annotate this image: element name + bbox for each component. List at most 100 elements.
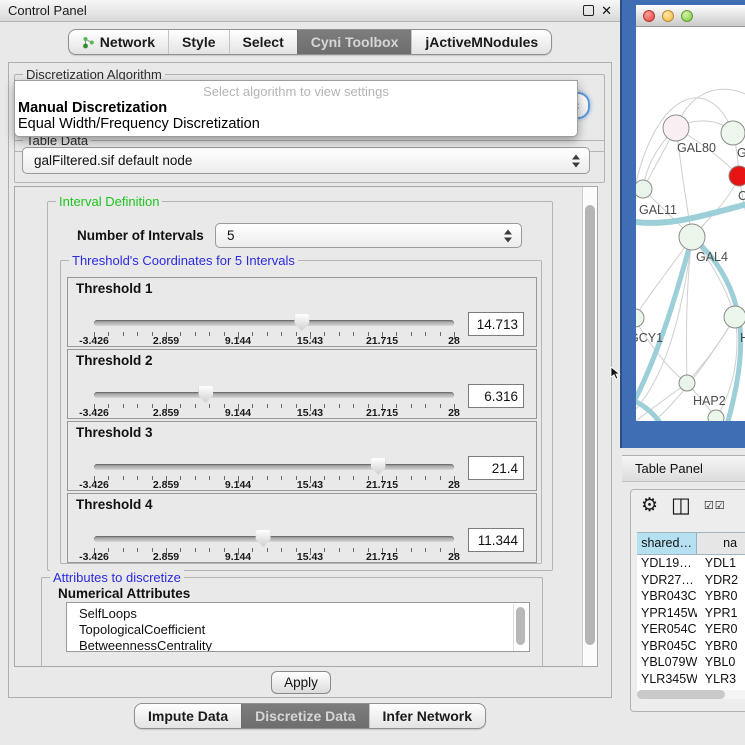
number-of-intervals-combobox[interactable]: 5 — [215, 223, 522, 248]
zoom-traffic-light-icon[interactable] — [681, 10, 693, 22]
tab-style[interactable]: Style — [168, 30, 228, 54]
numerical-attributes-list[interactable]: SelfLoopsTopologicalCoefficientBetweenne… — [66, 602, 530, 652]
close-icon[interactable]: ✕ — [601, 6, 612, 15]
network-window-titlebar — [636, 5, 745, 27]
tick-label: 2.859 — [153, 335, 179, 347]
slider-tick-labels: -3.4262.8599.14415.4321.71528 — [94, 551, 454, 563]
slider-thumb[interactable] — [256, 530, 271, 547]
number-of-intervals-label: Number of Intervals — [77, 228, 204, 243]
mouse-cursor — [610, 366, 622, 380]
tick-label: 21.715 — [366, 335, 398, 347]
network-node-h[interactable] — [724, 306, 745, 328]
network-node[interactable] — [708, 410, 724, 421]
slider-thumb[interactable] — [198, 386, 213, 403]
settings-vertical-scrollbar[interactable] — [582, 187, 597, 666]
tab-label: jActiveMNodules — [425, 34, 538, 50]
algorithm-option-manual-discretization[interactable]: Manual Discretization — [15, 100, 577, 116]
threshold-slider[interactable] — [94, 530, 454, 548]
threshold-label: Threshold 3 — [76, 425, 153, 440]
table-data-combobox[interactable]: galFiltered.sif default node — [22, 147, 590, 174]
slider-track[interactable] — [94, 392, 454, 398]
threshold-slider[interactable] — [94, 386, 454, 404]
network-node-gal80[interactable] — [663, 115, 689, 141]
tab-infer-network[interactable]: Infer Network — [369, 704, 485, 728]
tab-discretize-data[interactable]: Discretize Data — [241, 704, 368, 728]
tab-jactivemnodules[interactable]: jActiveMNodules — [411, 30, 551, 54]
checkbox-icons[interactable]: ☑☑ — [704, 499, 726, 512]
tick-label: 15.43 — [297, 551, 323, 563]
list-scrollbar-thumb[interactable] — [516, 607, 525, 645]
network-node-gcy1[interactable] — [636, 309, 644, 327]
tab-network[interactable]: Network — [69, 30, 168, 54]
threshold-value-field[interactable]: 21.4 — [468, 456, 524, 480]
threshold-slider[interactable] — [94, 458, 454, 476]
list-scrollbar[interactable] — [513, 604, 528, 652]
table-horizontal-scrollbar[interactable] — [637, 690, 745, 699]
table-row[interactable]: YDL19…YDL1 — [637, 555, 745, 572]
threshold-value-field[interactable]: 11.344 — [468, 528, 524, 552]
table-row[interactable]: YDR27…YDR2 — [637, 572, 745, 589]
float-window-icon[interactable] — [583, 5, 594, 16]
network-node-hap2[interactable] — [679, 375, 695, 391]
table-panel-titlebar: Table Panel — [622, 455, 745, 482]
threshold-panel-3: Threshold 3 -3.4262.8599.14415.4321.71528… — [67, 421, 537, 491]
tab-impute-data[interactable]: Impute Data — [135, 704, 241, 728]
interval-definition-label: Interval Definition — [56, 194, 162, 209]
table-hscrollbar-thumb[interactable] — [637, 690, 725, 699]
cell-name: YPR1 — [697, 605, 745, 622]
threshold-label: Threshold 4 — [76, 497, 153, 512]
table-row[interactable]: YER054CYER0 — [637, 621, 745, 638]
settings-scrollbar-thumb[interactable] — [585, 205, 595, 645]
tick-label: -3.426 — [79, 551, 109, 563]
tick-label: 9.144 — [225, 335, 251, 347]
slider-tick-labels: -3.4262.8599.14415.4321.71528 — [94, 479, 454, 491]
threshold-slider[interactable] — [94, 314, 454, 332]
algorithm-option-equal-width-frequency-discretization[interactable]: Equal Width/Frequency Discretization — [15, 116, 577, 132]
interval-definition-group: Interval Definition Number of Intervals … — [47, 201, 553, 571]
tick-label: 28 — [448, 407, 460, 419]
network-node-gal11[interactable] — [636, 180, 652, 198]
threshold-value-field[interactable]: 14.713 — [468, 312, 524, 336]
slider-track[interactable] — [94, 536, 454, 542]
tick-label: 21.715 — [366, 407, 398, 419]
close-traffic-light-icon[interactable] — [643, 10, 655, 22]
tab-cyni-toolbox[interactable]: Cyni Toolbox — [297, 30, 412, 54]
minimize-traffic-light-icon[interactable] — [662, 10, 674, 22]
network-node-g[interactable] — [721, 121, 745, 145]
table-row[interactable]: YPR145WYPR1 — [637, 605, 745, 622]
algorithm-dropdown-popup: Select algorithm to view settings Manual… — [14, 80, 578, 137]
split-columns-icon[interactable]: ◫ — [671, 496, 691, 515]
slider-track[interactable] — [94, 464, 454, 470]
bottom-tab-row: Impute DataDiscretize DataInfer Network — [0, 703, 620, 729]
attribute-item[interactable]: BetweennessCentrality — [79, 638, 529, 652]
apply-button[interactable]: Apply — [271, 671, 331, 694]
tick-label: 15.43 — [297, 407, 323, 419]
table-row[interactable]: YBR045CYBR0 — [637, 638, 745, 655]
table-row[interactable]: YLR345WYLR3 — [637, 671, 745, 688]
combo-arrows-icon — [504, 229, 513, 242]
tab-select[interactable]: Select — [229, 30, 297, 54]
table-row[interactable]: YBR043CYBR0 — [637, 588, 745, 605]
control-panel-titlebar: Control Panel ✕ — [0, 0, 620, 22]
gear-icon[interactable]: ⚙ — [641, 496, 658, 515]
slider-thumb[interactable] — [371, 458, 386, 475]
network-node-c[interactable] — [729, 166, 745, 186]
slider-track[interactable] — [94, 320, 454, 326]
table-panel-toolbar: ⚙ ◫ ☑☑ — [641, 496, 726, 515]
column-header-shared-name[interactable]: shared… — [637, 533, 697, 554]
table-row[interactable]: YBL079WYBL0 — [637, 654, 745, 671]
cell-name: YLR3 — [697, 671, 745, 688]
attribute-item[interactable]: SelfLoops — [79, 606, 529, 622]
attribute-item[interactable]: TopologicalCoefficient — [79, 622, 529, 638]
threshold-value-field[interactable]: 6.316 — [468, 384, 524, 408]
cell-name: YDL1 — [697, 555, 745, 572]
tick-label: 21.715 — [366, 551, 398, 563]
combo-arrows-icon — [572, 154, 581, 167]
network-graph: GAL80GCGAL11GAL4GCY1HHAP2 — [636, 27, 745, 421]
network-canvas[interactable]: GAL80GCGAL11GAL4GCY1HHAP2 — [636, 27, 745, 421]
column-header-name[interactable]: na — [697, 533, 745, 554]
numerical-attributes-label: Numerical Attributes — [58, 586, 190, 601]
network-node-gal4[interactable] — [679, 224, 705, 250]
table-panel: ⚙ ◫ ☑☑ shared… na YDL19…YDL1YDR27…YDR2YB… — [630, 489, 745, 712]
slider-thumb[interactable] — [294, 314, 309, 331]
